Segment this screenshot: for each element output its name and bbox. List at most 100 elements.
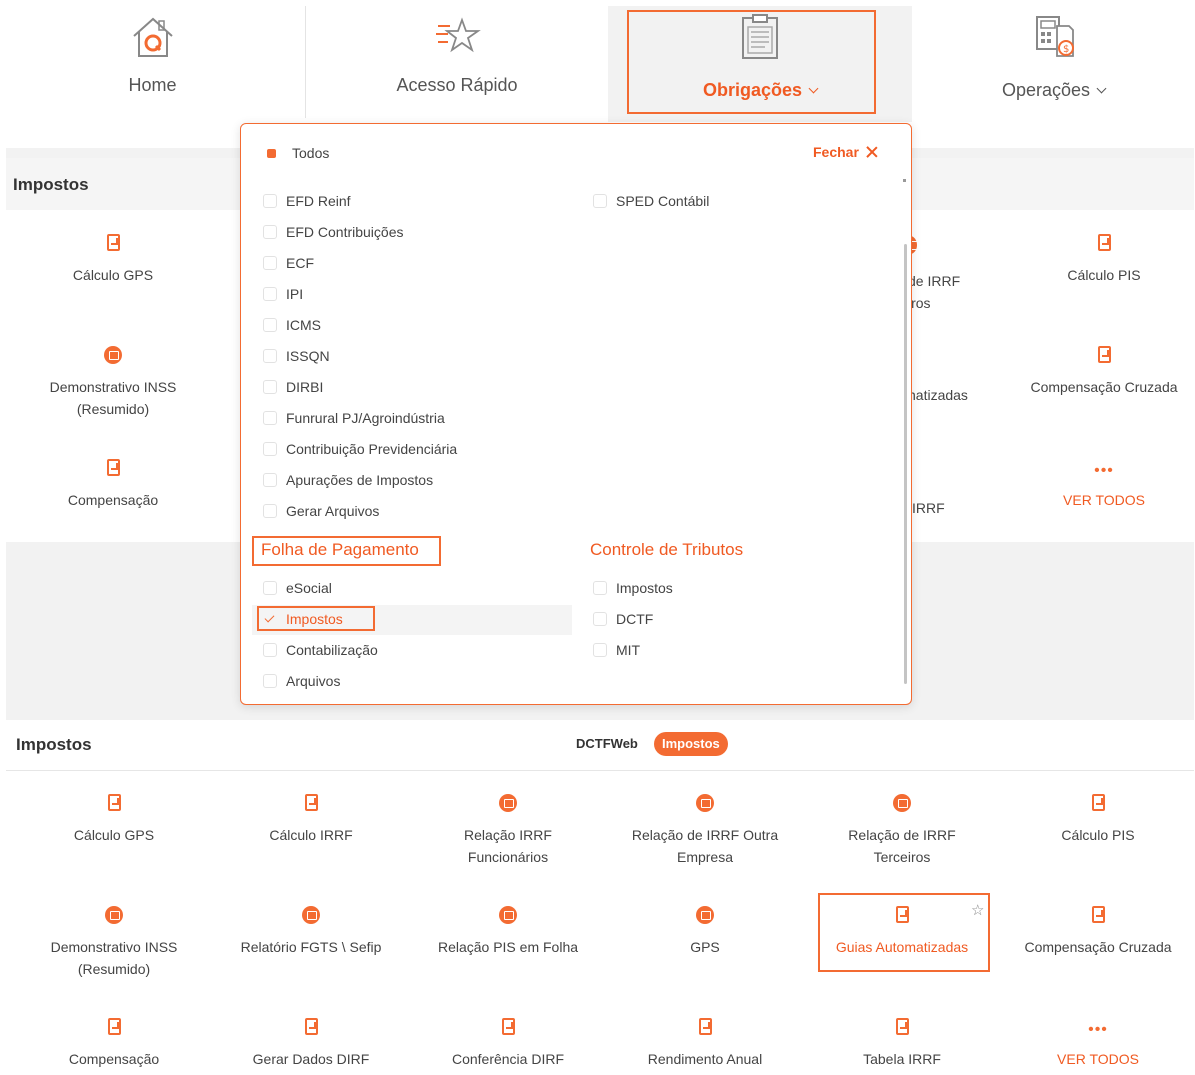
filter-impostos-controle[interactable]: Impostos	[593, 575, 673, 601]
tile-label: Empresa	[676, 849, 734, 865]
tab-impostos[interactable]: Impostos	[654, 732, 728, 756]
filter-label: IPI	[286, 286, 304, 302]
filter-todos[interactable]: Todos	[265, 140, 329, 166]
tile-label: Compensação Cruzada	[1024, 939, 1172, 955]
tile-ver-todos[interactable]: ••• VER TODOS	[1004, 459, 1195, 511]
document-icon	[1097, 346, 1111, 363]
impostos-tile[interactable]: ••• VER TODOS	[998, 1018, 1195, 1070]
tile-calculo-gps[interactable]: Cálculo GPS	[13, 234, 213, 286]
tile-partial-irrf-terceiros[interactable]: de IRRF iros	[908, 270, 968, 314]
checkbox[interactable]	[263, 256, 277, 270]
filter-label: Contabilização	[286, 642, 378, 658]
checkbox[interactable]	[263, 674, 277, 688]
filter-esocial[interactable]: eSocial	[263, 575, 332, 601]
filter-item[interactable]: IPI	[263, 281, 303, 307]
filter-arquivos[interactable]: Arquivos	[263, 668, 340, 694]
filter-item[interactable]: DIRBI	[263, 374, 323, 400]
checkbox[interactable]	[263, 349, 277, 363]
impostos-tile[interactable]: Relação PIS em Folha	[408, 906, 608, 958]
calculator-money-icon: $	[1035, 16, 1074, 57]
impostos-tile[interactable]: Tabela IRRF	[802, 1018, 1002, 1070]
filter-contabilizacao[interactable]: Contabilização	[263, 637, 378, 663]
filter-item[interactable]: ECF	[263, 250, 314, 276]
filter-item[interactable]: Contribuição Previdenciária	[263, 436, 457, 462]
tile-partial-guias[interactable]: natizadas	[908, 384, 988, 406]
filter-item[interactable]: EFD Reinf	[263, 188, 351, 214]
document-icon	[698, 1018, 712, 1035]
checkbox[interactable]	[263, 318, 277, 332]
impostos-tile[interactable]: Compensação Cruzada	[998, 906, 1195, 958]
document-icon	[895, 1018, 909, 1035]
tile-compensacao[interactable]: Compensação	[13, 459, 213, 511]
nav-operacoes[interactable]: $ Operações	[912, 0, 1195, 122]
impostos-tile[interactable]: Relação de IRRF Terceiros	[802, 794, 1002, 868]
filter-sped-contabil[interactable]: SPED Contábil	[593, 188, 709, 214]
filter-label: Apurações de Impostos	[286, 472, 434, 488]
nav-acesso-rapido[interactable]: Acesso Rápido	[306, 0, 608, 122]
more-dots-icon: •••	[1088, 1021, 1108, 1038]
checkbox[interactable]	[263, 380, 277, 394]
checkbox[interactable]	[263, 225, 277, 239]
impostos-tile[interactable]: Gerar Dados DIRF	[211, 1018, 411, 1070]
tile-label: Compensação	[67, 492, 159, 508]
filter-item[interactable]: ISSQN	[263, 343, 330, 369]
filter-label: Gerar Arquivos	[286, 503, 380, 519]
document-icon	[304, 794, 318, 811]
tile-label: natizadas	[908, 387, 968, 403]
impostos-tile[interactable]: Conferência DIRF	[408, 1018, 608, 1070]
filter-label: Arquivos	[286, 673, 341, 689]
tab-dctfweb[interactable]: DCTFWeb	[568, 732, 646, 756]
checkbox[interactable]	[263, 643, 277, 657]
tile-label: Cálculo GPS	[73, 827, 155, 843]
checkbox[interactable]	[263, 504, 277, 518]
filter-item[interactable]: Funrural PJ/Agroindústria	[263, 405, 445, 431]
checkbox[interactable]	[263, 442, 277, 456]
tile-partial-irrf[interactable]: IRRF	[912, 497, 962, 519]
nav-home[interactable]: Home	[0, 0, 305, 122]
filter-label: EFD Contribuições	[286, 224, 404, 240]
impostos-tile[interactable]: Relação IRRF Funcionários	[408, 794, 608, 868]
checkbox[interactable]	[593, 194, 607, 208]
impostos-tile[interactable]: Compensação	[14, 1018, 214, 1070]
dropdown-scrollbar[interactable]	[904, 244, 907, 684]
tile-demonstrativo-inss[interactable]: Demonstrativo INSS (Resumido)	[13, 346, 213, 420]
svg-text:$: $	[1063, 44, 1069, 55]
print-icon	[499, 906, 517, 924]
scroll-indicator	[903, 179, 906, 182]
checkbox[interactable]	[263, 287, 277, 301]
tile-label: Cálculo GPS	[72, 267, 154, 283]
checkbox[interactable]	[263, 473, 277, 487]
impostos-tile[interactable]: Demonstrativo INSS (Resumido)	[14, 906, 214, 980]
filter-label: Contribuição Previdenciária	[286, 441, 458, 457]
filter-item[interactable]: ICMS	[263, 312, 321, 338]
checkbox[interactable]	[593, 612, 607, 626]
fechar-label: Fechar	[813, 144, 859, 160]
impostos-tile[interactable]: Cálculo IRRF	[211, 794, 411, 846]
checkbox[interactable]	[593, 581, 607, 595]
checkbox[interactable]	[593, 643, 607, 657]
checkbox[interactable]	[263, 581, 277, 595]
nav-acesso-rapido-label: Acesso Rápido	[396, 75, 518, 95]
tile-calculo-pis[interactable]: Cálculo PIS	[1004, 234, 1195, 286]
fechar-button[interactable]: Fechar	[813, 144, 879, 160]
checkbox[interactable]	[263, 411, 277, 425]
impostos-tile[interactable]: Cálculo PIS	[998, 794, 1195, 846]
tile-label: Relação IRRF	[464, 827, 552, 843]
impostos-tile[interactable]: Relatório FGTS \ Sefip	[211, 906, 411, 958]
impostos-tile[interactable]: GPS	[605, 906, 805, 958]
impostos-tile[interactable]: Rendimento Anual	[605, 1018, 805, 1070]
impostos-tile[interactable]: Cálculo GPS	[14, 794, 214, 846]
checkbox[interactable]	[263, 194, 277, 208]
filter-item[interactable]: Gerar Arquivos	[263, 498, 379, 524]
filter-dctf[interactable]: DCTF	[593, 606, 653, 632]
impostos-tile[interactable]: Relação de IRRF Outra Empresa	[605, 794, 805, 868]
print-icon	[105, 906, 123, 924]
filter-item[interactable]: Apurações de Impostos	[263, 467, 433, 493]
document-icon	[106, 234, 120, 251]
filter-mit[interactable]: MIT	[593, 637, 640, 663]
print-icon	[499, 794, 517, 812]
tile-compensacao-cruzada[interactable]: Compensação Cruzada	[1004, 346, 1195, 398]
filter-label: SPED Contábil	[616, 193, 710, 209]
filter-item[interactable]: EFD Contribuições	[263, 219, 404, 245]
star-icon[interactable]: ☆	[971, 903, 984, 918]
